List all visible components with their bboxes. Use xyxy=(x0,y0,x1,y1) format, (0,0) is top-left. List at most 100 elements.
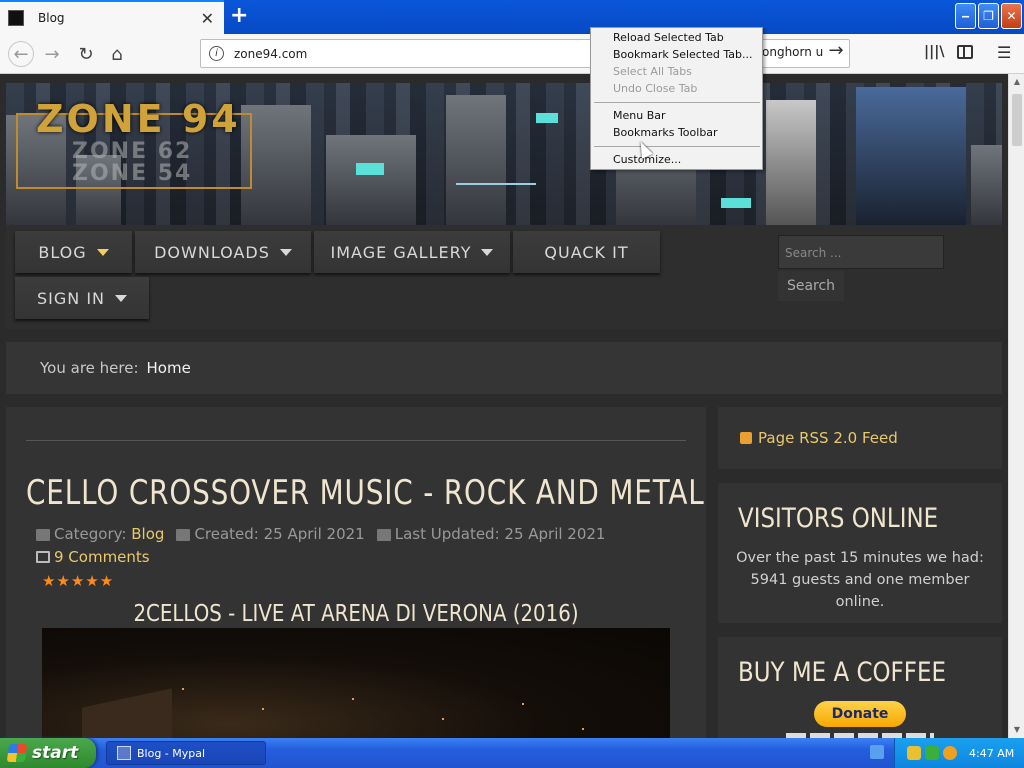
minimize-button[interactable]: ‒ xyxy=(955,3,976,29)
breadcrumb-home-link[interactable]: Home xyxy=(147,359,191,377)
reload-button[interactable]: ↻ xyxy=(74,42,98,66)
comments-link[interactable]: 9 Comments xyxy=(36,548,150,566)
menu-item-label: DOWNLOADS xyxy=(154,242,270,262)
scroll-thumb[interactable] xyxy=(1012,94,1022,146)
article-panel: CELLO CROSSOVER MUSIC - ROCK AND METAL C… xyxy=(6,407,706,738)
search-tray-icon[interactable] xyxy=(943,746,957,760)
rss-link[interactable]: Page RSS 2.0 Feed xyxy=(758,429,898,447)
library-icon[interactable]: |||\ xyxy=(924,44,944,60)
menu-item-label: SIGN IN xyxy=(36,288,105,308)
menu-item-image-gallery[interactable]: IMAGE GALLERY xyxy=(314,231,510,273)
menu-item-downloads[interactable]: DOWNLOADS xyxy=(135,231,311,273)
site-logo[interactable]: ZONE 94 xyxy=(36,97,241,141)
video-title: 2CELLOS - LIVE AT ARENA DI VERONA (2016) xyxy=(133,601,579,627)
video-player[interactable] xyxy=(42,628,670,738)
taskbar-item-browser[interactable]: Blog - Mypal xyxy=(106,741,266,765)
menu-item-bookmark-selected-tab[interactable]: Bookmark Selected Tab... xyxy=(613,47,753,63)
logo-subtext-2: ZONE 54 xyxy=(72,161,193,186)
caret-down-icon xyxy=(96,248,109,256)
scroll-down-icon[interactable]: ▼ xyxy=(1009,722,1024,738)
visitors-title: VISITORS ONLINE xyxy=(738,503,939,534)
category-link[interactable]: Blog xyxy=(131,525,164,543)
visitors-widget: VISITORS ONLINE Over the past 15 minutes… xyxy=(718,483,1002,623)
breadcrumb: You are here: Home xyxy=(6,342,1002,394)
navigation-toolbar: ← → ↻ ⌂ i zone94.com onghorn u → |||\ ☰ xyxy=(0,34,1024,74)
created-date: Created: 25 April 2021 xyxy=(194,525,365,543)
tab-blog[interactable]: Blog ✕ xyxy=(0,0,224,34)
site-favicon-icon xyxy=(8,10,24,26)
menu-separator xyxy=(594,102,760,103)
site-search-input[interactable]: Search ... xyxy=(778,235,944,269)
taskbar: start Blog - Mypal 4:47 AM xyxy=(0,738,1024,768)
network-icon[interactable] xyxy=(925,746,939,760)
hamburger-menu-icon[interactable]: ☰ xyxy=(997,43,1011,62)
close-tab-icon[interactable]: ✕ xyxy=(201,9,214,28)
system-tray: 4:47 AM xyxy=(894,738,1024,768)
menu-item-label: QUACK IT xyxy=(544,242,629,262)
forward-button[interactable]: → xyxy=(40,42,64,66)
menu-item-menu-bar[interactable]: Menu Bar xyxy=(613,108,666,124)
star-rating[interactable]: ★★★★★ xyxy=(42,572,114,590)
browser-app-icon xyxy=(117,746,131,760)
home-icon: ⌂ xyxy=(111,43,123,65)
folder-icon xyxy=(36,528,50,541)
menu-item-sign-in[interactable]: SIGN IN xyxy=(15,277,149,319)
page-scrollbar[interactable]: ▲ ▼ xyxy=(1008,74,1024,738)
article-meta: Category: Blog Created: 25 April 2021 La… xyxy=(36,525,605,543)
calendar-icon xyxy=(376,528,391,541)
menu-item-reload-selected-tab[interactable]: Reload Selected Tab xyxy=(613,30,724,46)
windows-logo-icon xyxy=(6,744,28,762)
search-go-icon[interactable]: → xyxy=(824,40,848,64)
caret-down-icon xyxy=(115,294,127,302)
site-search-button[interactable]: Search xyxy=(778,271,844,301)
title-bar: Blog ✕ + ‒ ❐ ✕ xyxy=(0,0,1024,34)
back-button[interactable]: ← xyxy=(8,41,34,67)
visitors-text: Over the past 15 minutes we had: 5941 gu… xyxy=(736,550,984,610)
menu-item-quack-it[interactable]: QUACK IT xyxy=(513,231,660,273)
scroll-up-icon[interactable]: ▲ xyxy=(1009,74,1024,90)
forward-arrow-icon: → xyxy=(44,43,60,65)
menu-item-select-all-tabs: Select All Tabs xyxy=(613,65,692,78)
clock[interactable]: 4:47 AM xyxy=(969,747,1014,760)
start-button[interactable]: start xyxy=(0,738,96,768)
comments-count: 9 Comments xyxy=(54,548,150,566)
close-window-button[interactable]: ✕ xyxy=(1001,3,1022,29)
tray-expand-icon[interactable] xyxy=(870,745,884,759)
security-shield-icon[interactable] xyxy=(907,746,921,760)
calendar-icon xyxy=(176,528,191,541)
menu-item-label: BLOG xyxy=(38,242,87,262)
taskbar-item-label: Blog - Mypal xyxy=(137,746,206,760)
maximize-button[interactable]: ❐ xyxy=(978,3,999,29)
menu-item-undo-close-tab: Undo Close Tab xyxy=(613,82,698,95)
search-bar-text[interactable]: onghorn u xyxy=(762,45,823,59)
caret-down-icon xyxy=(481,248,494,256)
page-viewport: ZONE 94 ZONE 62 ZONE 54 BLOG DOWNLOADS I… xyxy=(0,74,1008,738)
tab-context-menu: Reload Selected Tab Bookmark Selected Ta… xyxy=(590,27,763,170)
start-label: start xyxy=(32,743,79,763)
sidebar-toggle-icon[interactable] xyxy=(957,45,973,59)
divider xyxy=(26,440,686,441)
url-text: zone94.com xyxy=(234,46,308,61)
menu-separator xyxy=(594,146,760,147)
donate-button[interactable]: Donate xyxy=(814,701,906,727)
back-arrow-icon: ← xyxy=(13,43,29,65)
home-button[interactable]: ⌂ xyxy=(105,42,129,66)
new-tab-button[interactable]: + xyxy=(230,3,248,28)
menu-item-label: IMAGE GALLERY xyxy=(330,242,472,262)
article-title[interactable]: CELLO CROSSOVER MUSIC - ROCK AND METAL xyxy=(26,473,705,513)
coffee-title: BUY ME A COFFEE xyxy=(738,657,946,688)
tab-title: Blog xyxy=(38,11,65,25)
menu-item-bookmarks-toolbar[interactable]: Bookmarks Toolbar xyxy=(613,125,718,141)
site-info-icon[interactable]: i xyxy=(209,46,224,61)
menu-item-blog[interactable]: BLOG xyxy=(15,231,132,273)
rss-widget[interactable]: Page RSS 2.0 Feed xyxy=(718,407,1002,469)
breadcrumb-label: You are here: xyxy=(40,359,139,377)
caret-down-icon xyxy=(279,248,292,256)
rss-icon xyxy=(740,432,752,444)
site-banner: ZONE 94 ZONE 62 ZONE 54 xyxy=(6,83,1002,225)
site-menu: BLOG DOWNLOADS IMAGE GALLERY QUACK IT SI… xyxy=(6,225,1002,329)
reload-icon: ↻ xyxy=(78,43,94,65)
updated-date: Last Updated: 25 April 2021 xyxy=(394,525,606,543)
comment-icon xyxy=(36,551,50,563)
coffee-widget: BUY ME A COFFEE Donate xyxy=(718,637,1002,738)
